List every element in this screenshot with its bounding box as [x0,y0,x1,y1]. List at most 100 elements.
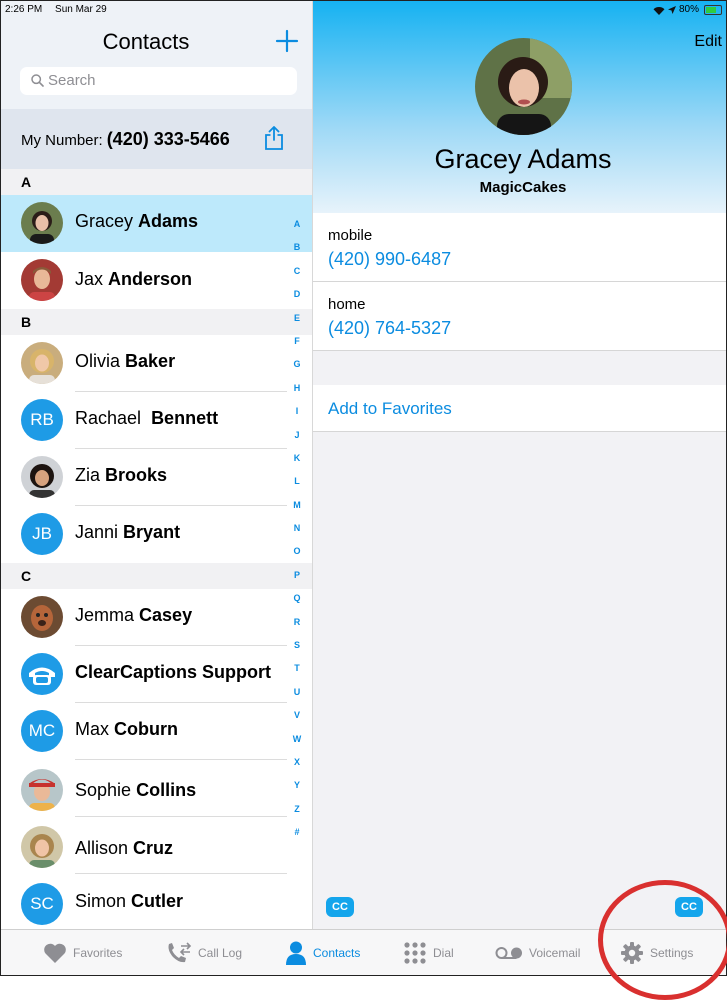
index-letter[interactable]: Q [288,587,306,610]
phone-row-home[interactable]: home (420) 764-5327 [313,282,726,351]
status-date: Sun Mar 29 [55,4,107,15]
app-window: 2:26 PM Sun Mar 29 80% Contacts Search M… [0,0,727,976]
search-placeholder: Search [48,72,96,89]
index-letter[interactable]: X [288,751,306,774]
annotation-highlight-circle [598,880,727,1000]
index-letter[interactable]: E [288,307,306,330]
contact-row-janni-bryant[interactable]: JB Janni Bryant [1,506,312,563]
phone-number-link[interactable]: (420) 764-5327 [328,318,451,339]
location-arrow-icon [667,6,676,14]
search-icon [31,74,44,87]
index-letter[interactable]: B [288,236,306,259]
clearcaptions-logo-icon [21,653,63,695]
index-letter[interactable]: S [288,634,306,657]
wifi-icon [653,6,665,15]
index-letter[interactable]: L [288,470,306,493]
index-letter[interactable]: J [288,424,306,447]
battery-percent: 80% [678,4,699,15]
phone-label: mobile [328,227,373,244]
index-letter[interactable]: Y [288,774,306,797]
index-letter[interactable]: O [288,540,306,563]
contact-row-sophie-collins[interactable]: Sophie Collins [1,760,312,817]
contact-row-jemma-casey[interactable]: Jemma Casey [1,589,312,646]
add-to-favorites-button[interactable]: Add to Favorites [313,385,726,432]
contact-row-jax-anderson[interactable]: Jax Anderson [1,252,312,309]
phone-row-mobile[interactable]: mobile (420) 990-6487 [313,213,726,282]
heart-icon [44,943,66,963]
avatar [21,202,63,244]
index-letter[interactable]: F [288,330,306,353]
contact-name: Allison Cruz [75,838,174,858]
status-time: 2:26 PM [5,4,43,15]
contact-row-clearcaptions-support[interactable]: ClearCaptions Support [1,646,312,703]
tab-voicemail[interactable]: Voicemail [495,930,580,975]
index-letter[interactable]: U [288,681,306,704]
avatar: SC [21,883,63,925]
tab-contacts[interactable]: Contacts [285,930,360,975]
contact-name: Jax Anderson [75,269,193,289]
my-number-label: My Number: [21,132,103,149]
index-letter[interactable]: N [288,517,306,540]
contact-row-simon-cutler[interactable]: SC Simon Cutler [1,874,312,929]
contact-name: Sophie Collins [75,780,197,800]
contact-name: Simon Cutler [75,891,184,911]
avatar [21,259,63,301]
contact-row-gracey-adams[interactable]: Gracey Adams [1,195,312,252]
contact-photo [475,38,572,135]
index-letter[interactable]: P [288,564,306,587]
avatar [21,342,63,384]
index-letter[interactable]: Z [288,798,306,821]
contact-row-allison-cruz[interactable]: Allison Cruz [1,817,312,874]
phone-number-link[interactable]: (420) 990-6487 [328,249,451,270]
phone-label: home [328,296,366,313]
avatar [21,826,63,868]
avatar: RB [21,399,63,441]
battery-icon [704,5,722,15]
cc-badge-left[interactable]: CC [326,897,354,917]
index-letter[interactable]: H [288,377,306,400]
index-letter[interactable]: A [288,213,306,236]
index-letter[interactable]: R [288,611,306,634]
contact-name: Janni Bryant [75,522,181,542]
edit-button[interactable]: Edit [694,33,722,51]
index-letter[interactable]: V [288,704,306,727]
tab-call-log[interactable]: Call Log [166,930,242,975]
tab-dial[interactable]: Dial [403,930,454,975]
contact-company: MagicCakes [479,179,567,196]
contact-row-olivia-baker[interactable]: Olivia Baker [1,335,312,392]
avatar [21,456,63,498]
section-header-b: B [1,309,312,335]
contact-name: ClearCaptions Support [75,662,272,682]
index-letter[interactable]: C [288,260,306,283]
contact-name: Zia Brooks [75,465,168,485]
contact-name: Max Coburn [75,719,179,739]
contact-row-max-coburn[interactable]: MC Max Coburn [1,703,312,760]
index-letter[interactable]: T [288,657,306,680]
my-number-value: (420) 333-5466 [106,129,230,149]
contact-row-rachael-bennett[interactable]: RB Rachael Bennett [1,392,312,449]
avatar: JB [21,513,63,555]
section-header-c: C [1,563,312,589]
contacts-pane: Contacts Search My Number: (420) 333-5466… [1,1,313,929]
call-log-icon [168,942,192,963]
index-letter[interactable]: M [288,494,306,517]
share-icon[interactable] [264,125,284,151]
contact-name: Rachael Bennett [75,408,219,428]
page-title: Contacts [102,29,190,54]
alphabet-index[interactable]: A B C D E F G H I J K L M N O P Q R S T U V W X Y Z # [288,213,306,845]
tab-favorites[interactable]: Favorites [43,930,122,975]
index-letter[interactable]: K [288,447,306,470]
voicemail-icon [495,947,522,959]
index-letter[interactable]: W [288,728,306,751]
contact-row-zia-brooks[interactable]: Zia Brooks [1,449,312,506]
contact-name: Jemma Casey [75,605,193,625]
contact-name: Olivia Baker [75,351,176,371]
dialpad-icon [404,942,426,964]
avatar [21,596,63,638]
add-contact-button[interactable] [275,29,299,53]
index-letter[interactable]: G [288,353,306,376]
index-letter[interactable]: D [288,283,306,306]
index-letter[interactable]: # [288,821,306,844]
search-input[interactable]: Search [20,67,297,95]
index-letter[interactable]: I [288,400,306,423]
